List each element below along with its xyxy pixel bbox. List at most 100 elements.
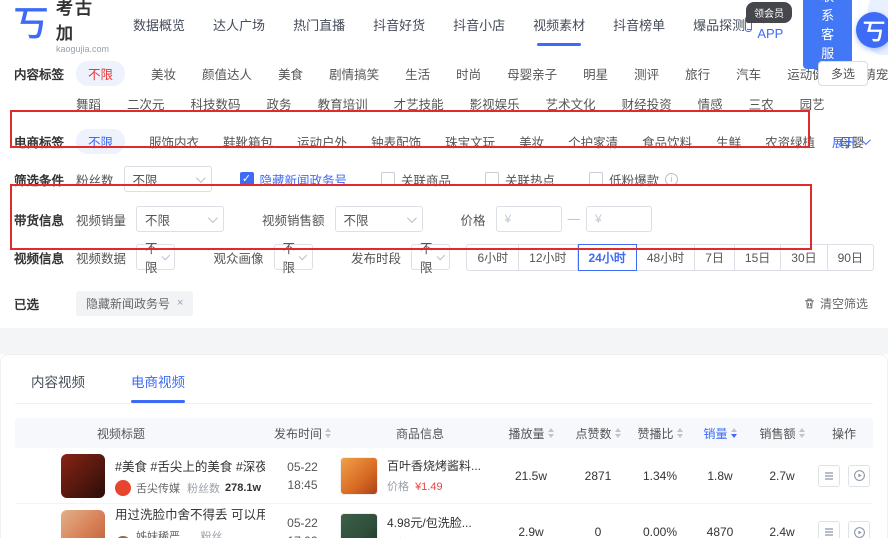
content-tag[interactable]: 科技数码	[191, 94, 241, 113]
detail-list-button[interactable]	[818, 521, 840, 538]
nav-item-creator-plaza[interactable]: 达人广场	[213, 1, 265, 48]
nav-item-douyin-goods[interactable]: 抖音好货	[373, 1, 425, 48]
video-revenue-value: 不限	[344, 210, 369, 229]
col-header-revenue[interactable]: 销售额	[749, 425, 815, 442]
content-tag[interactable]: 美食	[278, 64, 303, 83]
video-sales-select[interactable]: 不限	[136, 206, 224, 232]
time-range-button[interactable]: 12小时	[519, 244, 577, 271]
time-range-button[interactable]: 90日	[828, 244, 874, 271]
ecom-tag[interactable]: 生鲜	[716, 132, 741, 151]
fans-count-value: 不限	[133, 170, 158, 189]
detail-list-button[interactable]	[818, 465, 840, 487]
content-tag-unlimited[interactable]: 不限	[76, 61, 125, 86]
ecom-tag-unlimited[interactable]: 不限	[76, 129, 125, 154]
content-tag[interactable]: 政务	[267, 94, 292, 113]
nav-item-hot-product[interactable]: 爆品探测	[693, 1, 745, 48]
video-revenue-select[interactable]: 不限	[335, 206, 423, 232]
nav-item-data-overview[interactable]: 数据概览	[133, 1, 185, 48]
content-tag[interactable]: 情感	[698, 94, 723, 113]
content-tag[interactable]: 母婴亲子	[507, 64, 557, 83]
content-tag[interactable]: 园艺	[800, 94, 825, 113]
floating-logo-button[interactable]: 丂	[856, 12, 888, 48]
content-tag[interactable]: 时尚	[456, 64, 481, 83]
audience-select[interactable]: 不限	[274, 244, 313, 270]
multi-select-button[interactable]: 多选	[818, 61, 868, 86]
expand-link[interactable]: 展开	[832, 132, 868, 151]
content-tag[interactable]: 才艺技能	[394, 94, 444, 113]
product-thumbnail[interactable]	[340, 457, 378, 495]
content-tag[interactable]: 教育培训	[318, 94, 368, 113]
content-tag[interactable]: 剧情搞笑	[329, 64, 379, 83]
col-header-likes[interactable]: 点赞数	[567, 425, 629, 442]
time-range-button[interactable]: 48小时	[637, 244, 695, 271]
col-header-ratio[interactable]: 赞播比	[629, 425, 691, 442]
ecom-tag[interactable]: 鞋靴箱包	[223, 132, 273, 151]
ecom-tag[interactable]: 钟表配饰	[371, 132, 421, 151]
content-tag[interactable]: 二次元	[127, 94, 165, 113]
play-video-button[interactable]	[848, 465, 870, 487]
checkbox-hide-news[interactable]: ✓ 隐藏新闻政务号	[240, 170, 348, 189]
nav-item-video-material[interactable]: 视频素材	[533, 1, 585, 48]
table-row[interactable]: 用过洗脸巾舍不得丢 可以用来... 姊妹稀严选... 粉丝数 43.0w 05-…	[15, 504, 873, 538]
content-tag[interactable]: 汽车	[736, 64, 761, 83]
content-tag[interactable]: 颜值达人	[202, 64, 252, 83]
time-range-button[interactable]: 6小时	[466, 244, 519, 271]
content-tag[interactable]: 生活	[405, 64, 430, 83]
ecom-tag[interactable]: 食品饮料	[642, 132, 692, 151]
table-row[interactable]: #美食 #舌尖上的美食 #深夜放... 舌尖传媒 粉丝数 278.1w 05-2…	[15, 448, 873, 504]
content-tag[interactable]: 艺术文化	[546, 94, 596, 113]
fans-count-select[interactable]: 不限	[124, 166, 212, 192]
video-title-link[interactable]: 用过洗脸巾舍不得丢 可以用来...	[115, 504, 265, 523]
nav-item-douyin-rank[interactable]: 抖音榜单	[613, 1, 665, 48]
content-tag[interactable]: 测评	[634, 64, 659, 83]
play-video-button[interactable]	[848, 521, 870, 538]
col-header-publish-time[interactable]: 发布时间	[265, 425, 340, 442]
content-tag[interactable]: 美妆	[151, 64, 176, 83]
ecom-tag[interactable]: 美妆	[519, 132, 544, 151]
brand-logo[interactable]: 丂 考古加 kaogujia.com	[14, 0, 109, 54]
content-tag[interactable]: 舞蹈	[76, 94, 101, 113]
time-range-button[interactable]: 24小时	[578, 244, 637, 271]
checkbox-linked-product[interactable]: 关联商品	[381, 170, 451, 189]
content-tag[interactable]: 三农	[749, 94, 774, 113]
price-min-input[interactable]	[496, 206, 562, 232]
clear-filters-button[interactable]: 清空筛选	[803, 295, 868, 312]
ecom-tag[interactable]: 农资绿植	[765, 132, 815, 151]
tab-content-video[interactable]: 内容视频	[31, 371, 85, 403]
video-title-link[interactable]: #美食 #舌尖上的美食 #深夜放...	[115, 456, 265, 475]
publish-period-select[interactable]: 不限	[411, 244, 450, 270]
trash-icon	[803, 297, 816, 310]
ecom-tag[interactable]: 珠宝文玩	[445, 132, 495, 151]
video-thumbnail[interactable]	[61, 510, 105, 538]
video-data-select[interactable]: 不限	[136, 244, 175, 270]
checkbox-linked-hotspot[interactable]: 关联热点	[485, 170, 555, 189]
content-tag[interactable]: 旅行	[685, 64, 710, 83]
ecom-tag[interactable]: 个护家清	[568, 132, 618, 151]
author-name[interactable]: 姊妹稀严选...	[136, 528, 193, 538]
price-label: 价格	[461, 210, 486, 229]
product-name-link[interactable]: 4.98元/包洗脸...	[387, 514, 472, 531]
product-thumbnail[interactable]	[340, 513, 378, 538]
author-avatar[interactable]	[115, 480, 131, 496]
content-tag[interactable]: 影视娱乐	[470, 94, 520, 113]
nav-item-douyin-shop[interactable]: 抖音小店	[453, 1, 505, 48]
video-thumbnail[interactable]	[61, 454, 105, 498]
tab-ecom-video[interactable]: 电商视频	[131, 371, 185, 403]
time-range-button[interactable]: 30日	[781, 244, 827, 271]
ecom-tag[interactable]: 服饰内衣	[149, 132, 199, 151]
price-max-input[interactable]	[586, 206, 652, 232]
nav-item-hot-live[interactable]: 热门直播	[293, 1, 345, 48]
checkbox-lowfans-hit[interactable]: 低粉爆款 i	[589, 170, 678, 189]
time-range-button[interactable]: 15日	[735, 244, 781, 271]
col-header-plays[interactable]: 播放量	[495, 425, 567, 442]
time-range-button[interactable]: 7日	[695, 244, 735, 271]
content-tag[interactable]: 明星	[583, 64, 608, 83]
remove-tag-icon[interactable]: ×	[177, 297, 183, 309]
col-header-sales-sorted[interactable]: 销量	[691, 425, 749, 442]
content-tag[interactable]: 财经投资	[622, 94, 672, 113]
author-name[interactable]: 舌尖传媒	[136, 480, 180, 496]
info-icon[interactable]: i	[665, 173, 678, 186]
ecom-tag[interactable]: 运动户外	[297, 132, 347, 151]
filter-panel: 内容标签 不限 美妆颜值达人美食剧情搞笑生活时尚母婴亲子明星测评旅行汽车运动健身…	[0, 48, 888, 328]
product-name-link[interactable]: 百叶香烧烤酱料...	[387, 457, 481, 474]
